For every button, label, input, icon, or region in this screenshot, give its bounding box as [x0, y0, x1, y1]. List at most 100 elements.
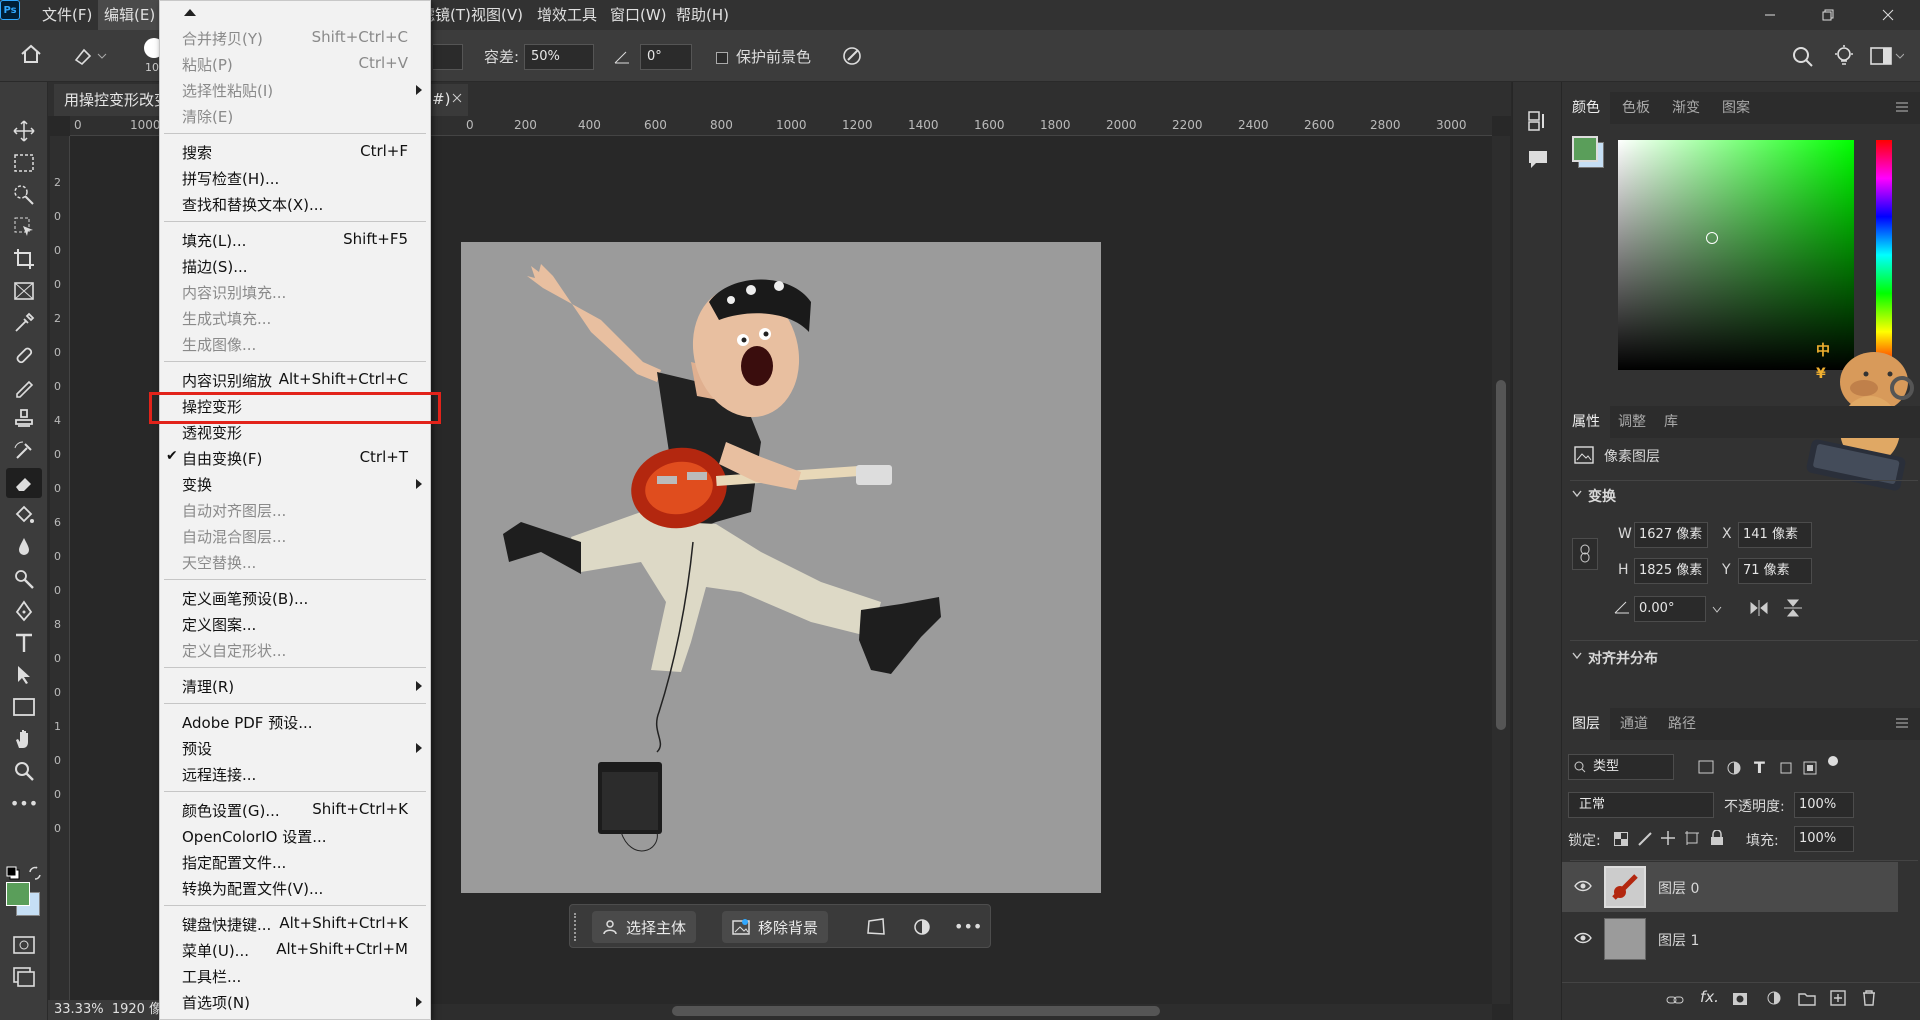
tab-channels[interactable]: 通道 [1610, 708, 1658, 740]
hand-tool-icon[interactable] [6, 724, 42, 754]
layer-name[interactable]: 图层 1 [1658, 930, 1699, 950]
more-options-icon[interactable]: ••• [954, 917, 982, 936]
pen-tool-icon[interactable] [6, 596, 42, 626]
menu-window[interactable]: 窗口(W) [604, 0, 673, 30]
close-tab-icon[interactable] [452, 93, 462, 103]
filter-shape-icon[interactable] [1778, 760, 1794, 776]
opacity-input[interactable]: 100% [1794, 792, 1854, 818]
canvas[interactable] [461, 242, 1101, 893]
clone-stamp-tool-icon[interactable] [6, 404, 42, 434]
menu-item[interactable]: 拼写检查(H)... [160, 165, 430, 191]
tab-patterns[interactable]: 图案 [1712, 92, 1760, 124]
y-input[interactable]: 71 像素 [1738, 558, 1812, 584]
menu-help[interactable]: 帮助(H) [670, 0, 735, 30]
foreground-color-swatch[interactable] [6, 882, 30, 906]
quick-mask-icon[interactable] [6, 930, 42, 960]
marquee-tool-icon[interactable] [6, 148, 42, 178]
tab-gradients[interactable]: 渐变 [1662, 92, 1710, 124]
magic-eraser-icon[interactable] [72, 44, 108, 66]
menu-item[interactable]: 查找和替换文本(X)... [160, 191, 430, 217]
path-select-tool-icon[interactable] [6, 660, 42, 690]
dodge-tool-icon[interactable] [6, 564, 42, 594]
crop-tool-icon[interactable] [6, 244, 42, 274]
default-colors-icon[interactable] [6, 866, 20, 880]
layer-name[interactable]: 图层 0 [1658, 878, 1699, 898]
menu-item[interactable]: 键盘快捷键... Alt+Shift+Ctrl+K [160, 911, 430, 937]
select-subject-button[interactable]: 选择主体 [592, 911, 697, 943]
align-distribute-title[interactable]: 对齐并分布 [1588, 648, 1658, 668]
menu-file[interactable]: 文件(F) [36, 0, 98, 30]
object-select-tool-icon[interactable] [6, 212, 42, 242]
tab-paths[interactable]: 路径 [1658, 708, 1706, 740]
eye-icon[interactable] [1574, 932, 1592, 944]
search-icon[interactable] [1792, 46, 1814, 68]
menu-item[interactable]: 内容识别缩放 Alt+Shift+Ctrl+C [160, 367, 430, 393]
transform-icon[interactable] [866, 917, 886, 937]
menu-item[interactable]: 首选项(N) [160, 989, 430, 1015]
comment-icon[interactable] [1527, 148, 1549, 170]
history-brush-tool-icon[interactable] [6, 436, 42, 466]
x-input[interactable]: 141 像素 [1738, 522, 1812, 548]
protect-foreground-checkbox[interactable] [716, 52, 728, 64]
width-input[interactable]: 1627 像素 [1634, 522, 1708, 548]
menu-item[interactable]: 远程连接... [160, 761, 430, 787]
chevron-down-icon[interactable] [1572, 652, 1582, 660]
tolerance-input[interactable]: 50% [524, 44, 594, 70]
drag-handle[interactable] [574, 913, 578, 941]
transform-section-title[interactable]: 变换 [1588, 486, 1616, 506]
quick-select-tool-icon[interactable] [6, 180, 42, 210]
lightbulb-icon[interactable] [1832, 44, 1856, 68]
workspace-icon[interactable] [1870, 46, 1904, 66]
lock-pixels-icon[interactable] [1638, 832, 1652, 846]
more-tools-icon[interactable]: ••• [6, 788, 42, 818]
menu-plugins[interactable]: 增效工具 [531, 0, 603, 30]
new-layer-icon[interactable] [1830, 990, 1846, 1006]
lock-artboard-icon[interactable] [1684, 830, 1700, 846]
menu-item[interactable]: 指定配置文件... [160, 849, 430, 875]
new-group-icon[interactable] [1798, 992, 1816, 1006]
height-input[interactable]: 1825 像素 [1634, 558, 1708, 584]
history-icon[interactable] [1527, 110, 1549, 132]
tab-swatches[interactable]: 色板 [1612, 92, 1660, 124]
frame-tool-icon[interactable] [6, 276, 42, 306]
restore-button[interactable] [1800, 0, 1856, 30]
link-layers-icon[interactable] [1666, 994, 1684, 1006]
menu-edit[interactable]: 编辑(E) [98, 0, 162, 30]
move-tool-icon[interactable] [6, 116, 42, 146]
blur-tool-icon[interactable] [6, 532, 42, 562]
brush-tool-icon[interactable] [6, 372, 42, 402]
menu-item[interactable]: 搜索 Ctrl+F [160, 139, 430, 165]
chevron-down-icon[interactable] [1712, 606, 1722, 614]
menu-view[interactable]: 视图(V) [465, 0, 529, 30]
menu-item[interactable]: 填充(L)... Shift+F5 [160, 227, 430, 253]
link-dimensions-icon[interactable] [1572, 538, 1598, 570]
menu-item[interactable]: Adobe PDF 预设... [160, 709, 430, 735]
chevron-down-icon[interactable] [1572, 490, 1582, 498]
healing-brush-tool-icon[interactable] [6, 340, 42, 370]
fx-icon[interactable]: fx. [1700, 988, 1719, 1006]
lock-position-icon[interactable] [1660, 830, 1676, 846]
panel-menu-icon[interactable] [1896, 718, 1908, 728]
filter-toggle-icon[interactable] [1828, 756, 1838, 766]
menu-item[interactable]: 转换为配置文件(V)... [160, 875, 430, 901]
fill-input[interactable]: 100% [1794, 826, 1854, 852]
menu-item[interactable]: 颜色设置(G)... Shift+Ctrl+K [160, 797, 430, 823]
filter-type-icon[interactable]: T [1754, 758, 1765, 777]
menu-item[interactable]: 菜单(U)... Alt+Shift+Ctrl+M [160, 937, 430, 963]
menu-item[interactable]: 自由变换(F) Ctrl+T ✔ [160, 445, 430, 471]
tab-color[interactable]: 颜色 [1562, 92, 1610, 124]
layer-row[interactable]: 图层 1 [1562, 914, 1898, 964]
filter-smart-object-icon[interactable] [1802, 760, 1818, 776]
menu-item[interactable]: 定义画笔预设(B)... [160, 585, 430, 611]
zoom-tool-icon[interactable] [6, 756, 42, 786]
delete-layer-icon[interactable] [1862, 990, 1876, 1006]
vertical-scroll-thumb[interactable] [1496, 380, 1506, 730]
panel-fg-swatch[interactable] [1572, 136, 1598, 162]
adjustment-layer-icon[interactable] [1766, 990, 1782, 1006]
panel-menu-icon[interactable] [1896, 102, 1908, 112]
remove-background-button[interactable]: 移除背景 [722, 911, 829, 943]
type-tool-icon[interactable] [6, 628, 42, 658]
close-window-button[interactable] [1860, 0, 1916, 30]
eraser-tool-icon[interactable] [6, 468, 42, 498]
zoom-level[interactable]: 33.33% [54, 1002, 104, 1017]
